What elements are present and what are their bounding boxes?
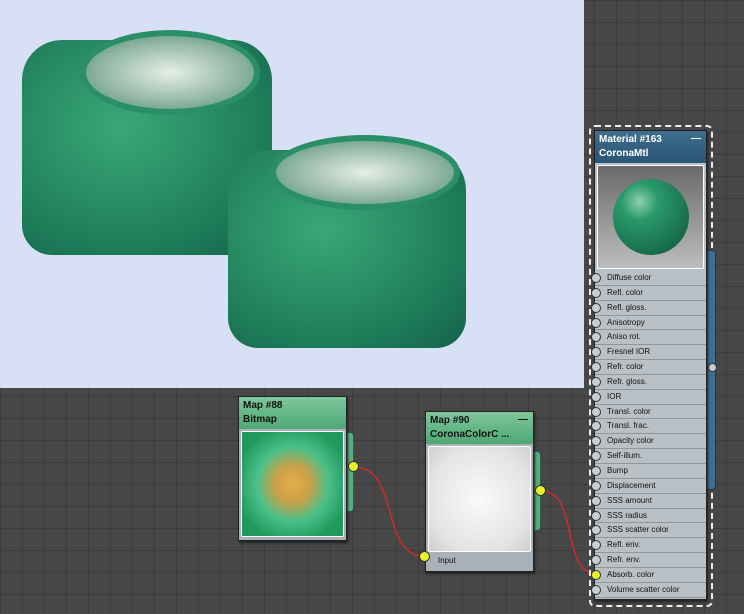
input-label: Input <box>438 556 456 565</box>
material-output-socket[interactable] <box>708 363 717 372</box>
slot-socket[interactable] <box>591 540 601 551</box>
material-slot[interactable]: Self-illum. <box>591 449 706 464</box>
slot-label: Fresnel IOR <box>607 347 651 357</box>
slot-socket[interactable] <box>591 421 601 432</box>
slot-label: IOR <box>607 391 622 401</box>
bitmap-preview <box>241 431 344 537</box>
slot-socket[interactable] <box>591 287 601 298</box>
input-slot[interactable]: Input <box>426 554 533 569</box>
slot-socket[interactable] <box>591 273 601 283</box>
slot-socket[interactable] <box>591 451 601 462</box>
material-node-type: CoronaMtl <box>599 148 649 159</box>
material-slot[interactable]: Transl. frac. <box>591 419 706 435</box>
slot-socket[interactable] <box>591 406 601 417</box>
slot-socket[interactable] <box>591 376 601 387</box>
slot-label: Refr. color <box>607 362 644 372</box>
slot-label: Refl. gloss. <box>607 302 647 312</box>
slot-socket[interactable] <box>591 436 601 447</box>
material-slot[interactable]: Refr. gloss. <box>591 374 706 390</box>
slot-label: Bump <box>607 465 628 475</box>
bitmap-output-tab[interactable] <box>346 432 354 512</box>
minimize-button[interactable]: — <box>518 413 528 427</box>
slot-label: Refr. env. <box>607 555 641 565</box>
slot-label: Displacement <box>607 480 656 490</box>
slot-socket[interactable] <box>591 302 601 313</box>
material-slot[interactable]: Opacity color <box>591 434 706 450</box>
color-output-socket[interactable] <box>535 485 546 496</box>
color-node-title: Map #90 <box>430 415 470 426</box>
slot-label: Absorb. color <box>607 569 655 579</box>
color-preview <box>428 446 531 552</box>
bitmap-node-type: Bitmap <box>243 414 277 425</box>
material-slot[interactable]: SSS amount <box>591 493 706 509</box>
slot-socket[interactable] <box>591 569 601 580</box>
slot-label: SSS amount <box>607 495 652 505</box>
slot-label: Transl. color <box>607 406 651 416</box>
color-correct-node[interactable]: Map #90 CoronaColorC ... — Input <box>425 411 534 572</box>
slot-socket[interactable] <box>591 391 601 402</box>
material-slot[interactable]: Refr. color <box>591 360 706 375</box>
wire-bitmap-to-color <box>353 466 425 557</box>
slot-label: Self-illum. <box>607 451 643 461</box>
slot-socket[interactable] <box>591 555 601 566</box>
slot-label: Anisotropy <box>607 317 645 327</box>
material-slot[interactable]: Diffuse color <box>591 271 706 286</box>
slot-socket[interactable] <box>591 525 601 536</box>
material-slot[interactable]: Transl. color <box>591 404 706 420</box>
slot-socket[interactable] <box>591 347 601 358</box>
color-node-type: CoronaColorC ... <box>430 429 510 440</box>
slot-label: Volume scatter color <box>607 584 680 594</box>
slot-socket[interactable] <box>591 465 601 476</box>
material-slot[interactable]: Refl. gloss. <box>591 300 706 316</box>
material-slot[interactable]: Refl. color <box>591 285 706 301</box>
material-slot[interactable]: Volume scatter color <box>591 582 706 598</box>
material-slot[interactable]: IOR <box>591 389 706 405</box>
slot-label: Diffuse color <box>607 273 652 282</box>
material-slot[interactable]: SSS scatter color <box>591 523 706 539</box>
material-slot[interactable]: SSS radius <box>591 508 706 524</box>
material-sphere <box>612 179 689 255</box>
material-slot[interactable]: Anisotropy <box>591 315 706 331</box>
material-slot-list: Diffuse color Refl. color Refl. gloss. Anis… <box>591 271 706 598</box>
slot-socket[interactable] <box>591 510 601 521</box>
material-slot[interactable]: Refl. env. <box>591 538 706 554</box>
slot-label: Aniso rot. <box>607 332 641 342</box>
slot-label: Refl. color <box>607 287 644 297</box>
slot-label: Transl. frac. <box>607 421 649 431</box>
bitmap-output-socket[interactable] <box>348 461 359 472</box>
material-slot[interactable]: Absorb. color <box>591 567 706 583</box>
bitmap-node[interactable]: Map #88 Bitmap <box>238 396 347 541</box>
material-node-title: Material #163 <box>599 134 662 145</box>
slot-label: SSS radius <box>607 510 648 520</box>
slot-socket[interactable] <box>591 584 601 595</box>
material-node[interactable]: Material #163 CoronaMtl — Diffuse color Ref… <box>591 130 707 600</box>
material-slot[interactable]: Fresnel IOR <box>591 345 706 361</box>
slot-socket[interactable] <box>591 332 601 343</box>
slot-socket[interactable] <box>591 480 601 491</box>
material-slot[interactable]: Displacement <box>591 478 706 494</box>
slot-label: SSS scatter color <box>607 525 669 535</box>
minimize-button[interactable]: — <box>691 132 701 146</box>
slot-socket[interactable] <box>591 495 601 506</box>
slot-socket[interactable] <box>591 317 601 328</box>
material-preview <box>597 165 704 269</box>
material-slot[interactable]: Aniso rot. <box>591 330 706 346</box>
slot-label: Opacity color <box>607 436 654 446</box>
slot-label: Refl. env. <box>607 540 641 550</box>
color-input-socket[interactable] <box>419 551 430 562</box>
bitmap-node-title: Map #88 <box>243 400 283 411</box>
material-slot[interactable]: Bump <box>591 463 706 479</box>
slot-socket[interactable] <box>591 362 601 373</box>
material-slot[interactable]: Refr. env. <box>591 553 706 568</box>
slot-label: Refr. gloss. <box>607 376 648 386</box>
